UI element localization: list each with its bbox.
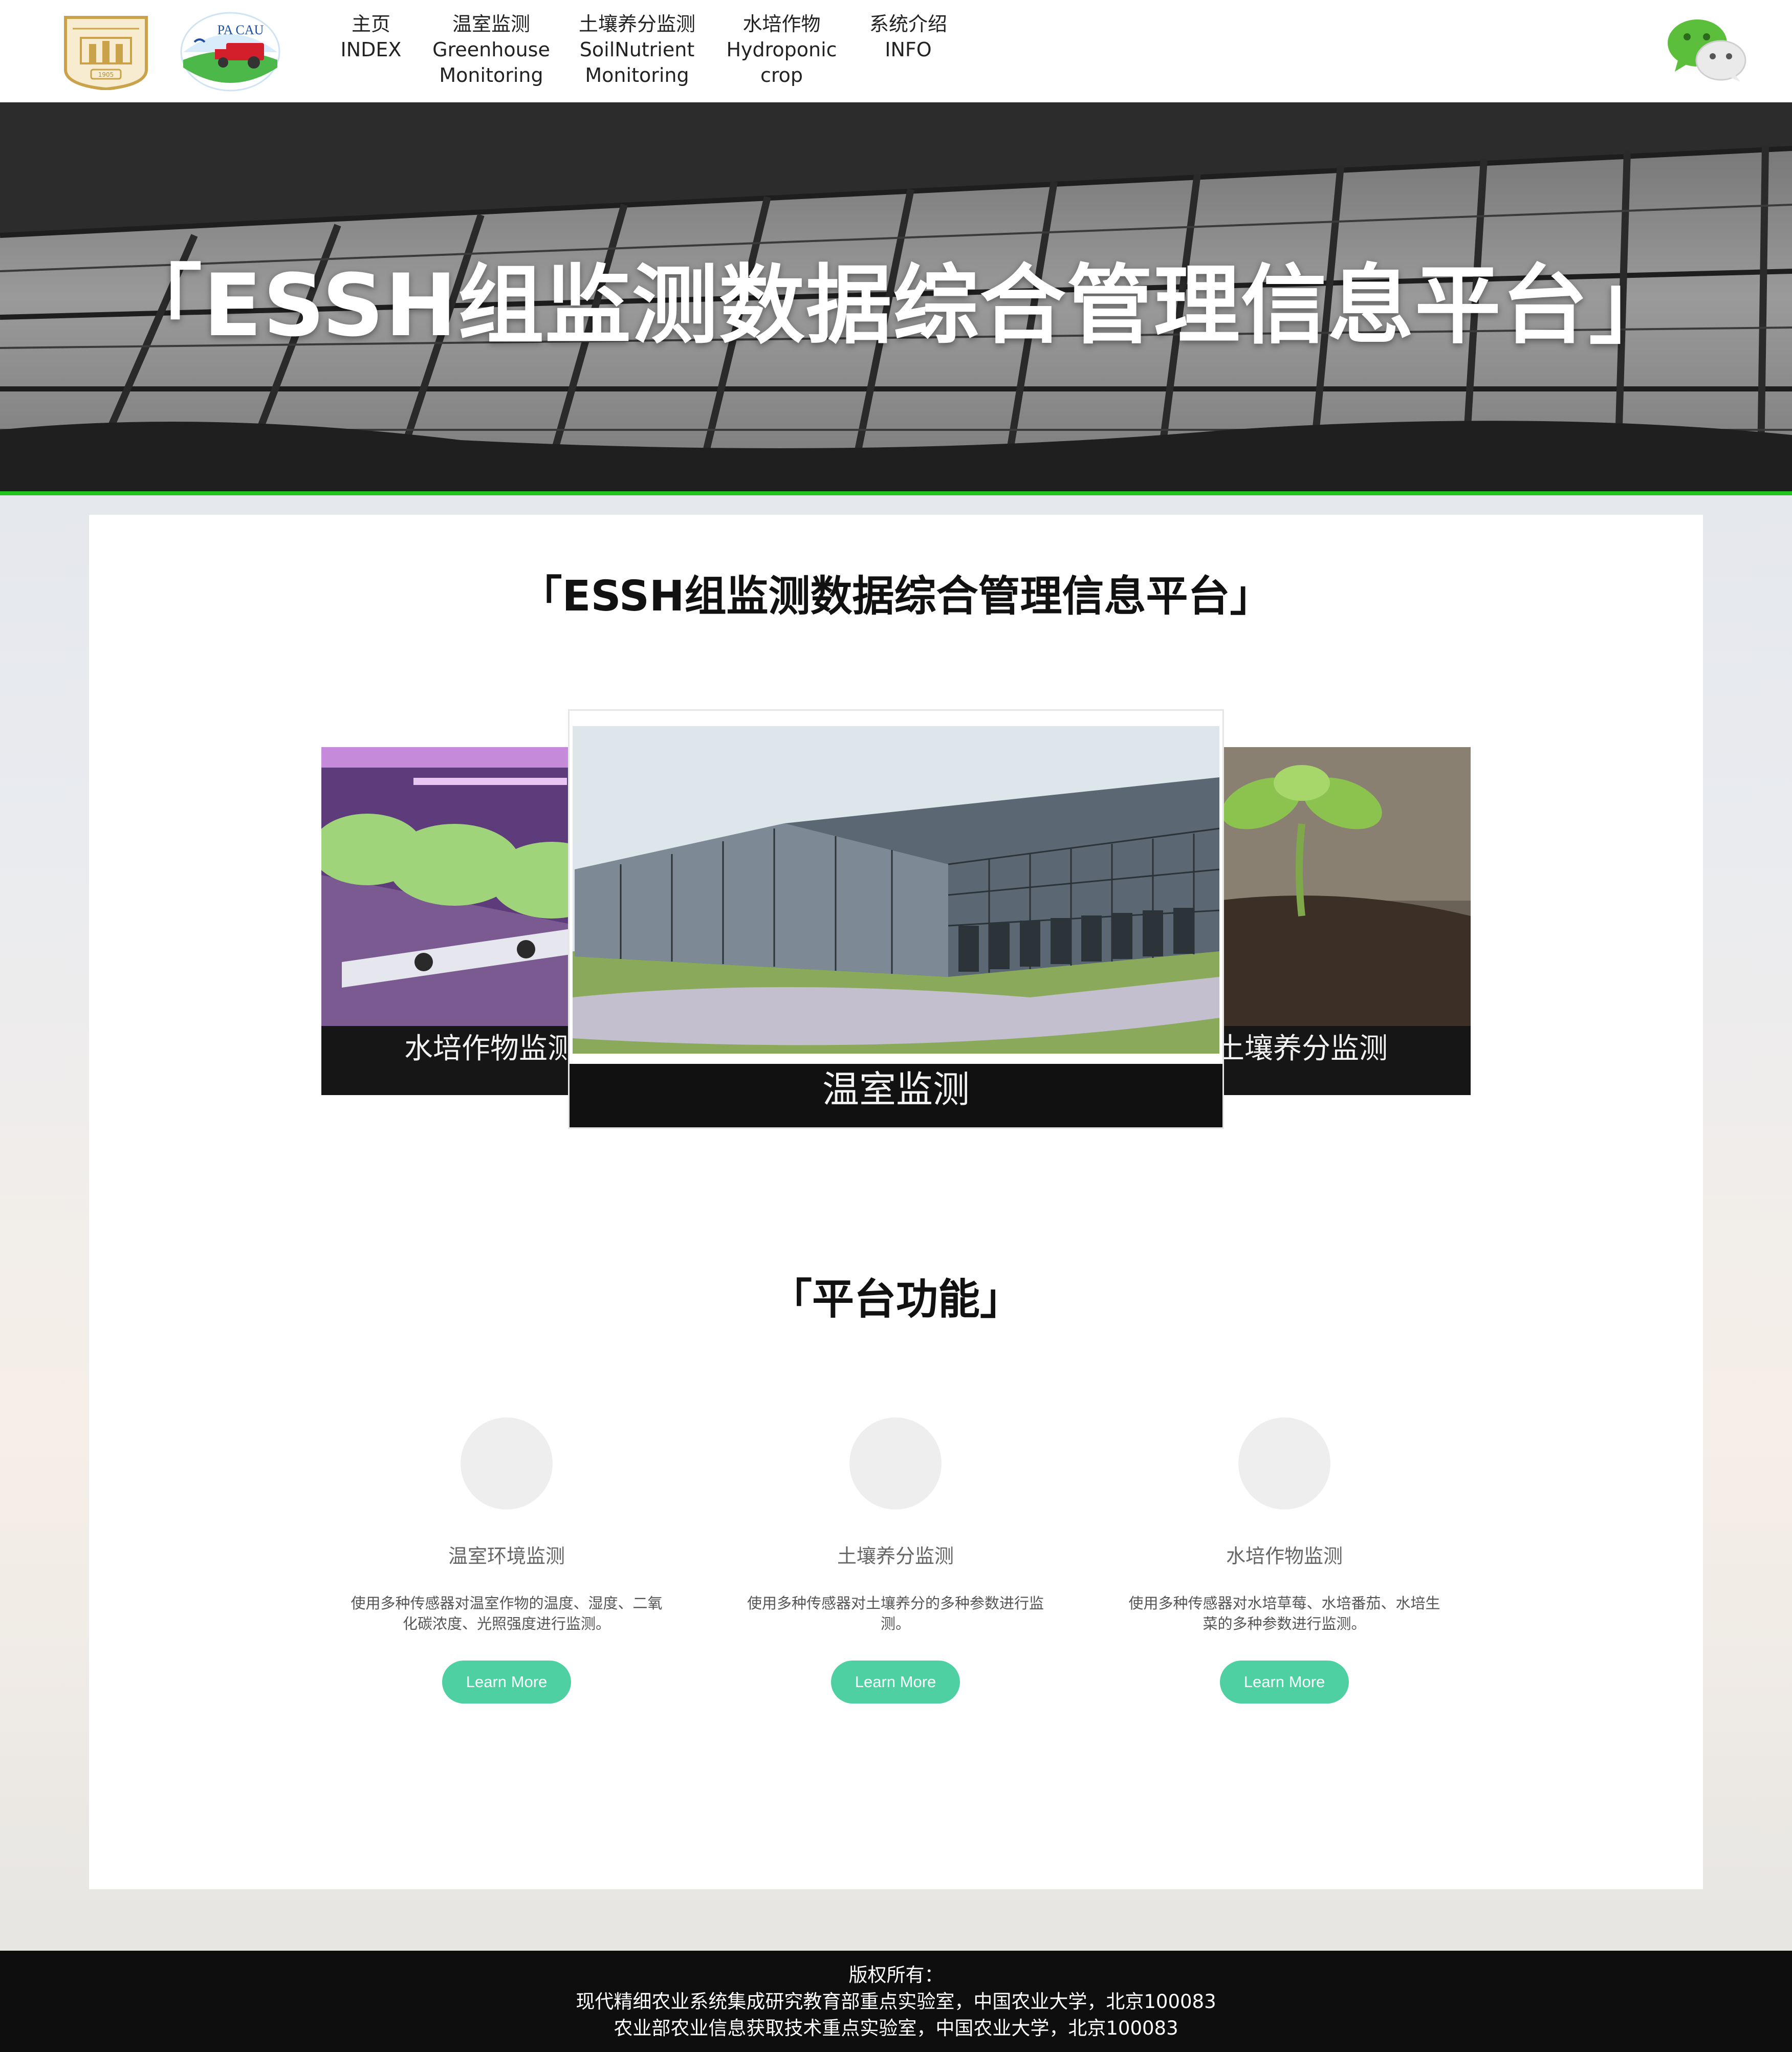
pa-cau-logo-text: PA CAU: [217, 23, 264, 37]
footer-lab-1: 现代精细农业系统集成研究教育部重点实验室，中国农业大学，北京100083: [576, 1991, 1216, 2013]
nav-soil-en2: Monitoring: [585, 64, 689, 86]
feature-greenhouse: 温室环境监测 使用多种传感器对温室作物的温度、湿度、二氧化碳浓度、光照强度进行监…: [338, 1417, 675, 1704]
hero-title: 「ESSH组监测数据综合管理信息平台」: [116, 255, 1676, 356]
cau-logo[interactable]: 1905: [60, 13, 151, 90]
footer-copyright-label: 版权所有：: [848, 1964, 944, 1986]
feature-title: 土壤养分监测: [837, 1545, 954, 1567]
feature-title: 水培作物监测: [1226, 1545, 1343, 1567]
nav-index-zh: 主页: [351, 13, 390, 35]
nav-soil-en1: SoilNutrient: [579, 38, 695, 61]
top-header: 1905 PA CAU 主页 INDEX 温室监测 Greenhouse Mon…: [0, 0, 1792, 102]
nav-hydroponic-en2: crop: [760, 64, 803, 86]
footer-lab-2: 农业部农业信息获取技术重点实验室，中国农业大学，北京100083: [614, 2017, 1178, 2039]
carousel-slide-greenhouse[interactable]: 温室监测: [568, 709, 1224, 1129]
feature-title: 温室环境监测: [448, 1545, 565, 1567]
greenhouse-feature-icon: [461, 1417, 553, 1510]
nav-greenhouse-zh: 温室监测: [452, 13, 530, 35]
feature-desc: 使用多种传感器对土壤养分的多种参数进行监测。: [747, 1595, 1044, 1632]
nav-hydroponic-zh: 水培作物: [742, 13, 821, 35]
nav-soil-nutrient[interactable]: 土壤养分监测 SoilNutrient Monitoring: [576, 11, 698, 88]
wechat-icon[interactable]: [1666, 16, 1747, 83]
nav-hydroponic-en1: Hydroponic: [726, 38, 837, 61]
learn-more-button-greenhouse[interactable]: Learn More: [442, 1661, 571, 1704]
nav-info-en: INFO: [885, 38, 932, 61]
nav-greenhouse-en1: Greenhouse: [432, 38, 550, 61]
cau-logo-year: 1905: [98, 71, 114, 78]
hero-banner: 「ESSH组监测数据综合管理信息平台」: [0, 102, 1792, 493]
platform-title: 「ESSH组监测数据综合管理信息平台」: [520, 572, 1272, 621]
learn-more-button-hydroponic[interactable]: Learn More: [1220, 1661, 1349, 1704]
features-title: 「平台功能」: [770, 1275, 1022, 1324]
nav-index[interactable]: 主页 INDEX: [338, 11, 404, 62]
nav-index-en: INDEX: [340, 38, 402, 61]
learn-more-button-soil[interactable]: Learn More: [831, 1661, 960, 1704]
feature-desc: 使用多种传感器对温室作物的温度、湿度、二氧化碳浓度、光照强度进行监测。: [351, 1595, 663, 1632]
feature-desc: 使用多种传感器对水培草莓、水培番茄、水培生菜的多种参数进行监测。: [1128, 1595, 1440, 1632]
carousel-center-caption: 温室监测: [570, 1064, 1222, 1127]
pa-cau-logo[interactable]: PA CAU: [179, 11, 281, 92]
feature-hydroponic: 水培作物监测 使用多种传感器对水培草莓、水培番茄、水培生菜的多种参数进行监测。 …: [1116, 1417, 1453, 1704]
hydroponic-feature-icon: [1238, 1417, 1330, 1510]
nav-soil-zh: 土壤养分监测: [578, 13, 695, 35]
nav-greenhouse-en2: Monitoring: [439, 64, 543, 86]
greenhouse-image: [570, 711, 1222, 1064]
nav-hydroponic[interactable]: 水培作物 Hydroponic crop: [724, 11, 839, 88]
footer: 版权所有： 现代精细农业系统集成研究教育部重点实验室，中国农业大学，北京1000…: [0, 1951, 1792, 2052]
nav-info-zh: 系统介绍: [869, 13, 947, 35]
nav-greenhouse[interactable]: 温室监测 Greenhouse Monitoring: [432, 11, 550, 88]
nav-info[interactable]: 系统介绍 INFO: [865, 11, 952, 62]
hero-divider: [0, 491, 1792, 495]
feature-soil: 土壤养分监测 使用多种传感器对土壤养分的多种参数进行监测。 Learn More: [727, 1417, 1064, 1704]
soil-feature-icon: [849, 1417, 942, 1510]
